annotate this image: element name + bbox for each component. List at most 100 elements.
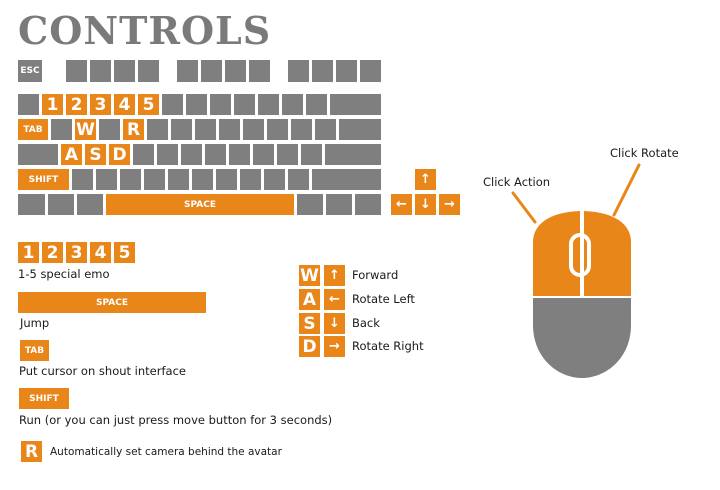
key-bracket-left bbox=[291, 119, 312, 140]
arrow-right-icon: → bbox=[324, 336, 345, 357]
key-p bbox=[267, 119, 288, 140]
key-right-shift bbox=[312, 169, 381, 190]
key-semicolon bbox=[277, 144, 298, 165]
arrow-up-icon: ↑ bbox=[324, 265, 345, 286]
key-8 bbox=[210, 94, 231, 115]
key-3: 3 bbox=[90, 94, 111, 115]
key-f4 bbox=[138, 60, 159, 82]
key-e bbox=[99, 119, 120, 140]
page-title: CONTROLS bbox=[18, 8, 272, 53]
move-key-d: D bbox=[299, 336, 320, 357]
key-m bbox=[216, 169, 237, 190]
move-key-w: W bbox=[299, 265, 320, 286]
key-h bbox=[181, 144, 202, 165]
key-equals bbox=[306, 94, 327, 115]
key-alt-gr bbox=[297, 194, 323, 215]
key-minus bbox=[282, 94, 303, 115]
key-f8 bbox=[249, 60, 270, 82]
key-f1 bbox=[66, 60, 87, 82]
key-y bbox=[171, 119, 192, 140]
key-space: SPACE bbox=[106, 194, 294, 215]
key-tilde bbox=[18, 94, 39, 115]
click-rotate-label: Click Rotate bbox=[610, 146, 679, 160]
key-f7 bbox=[225, 60, 246, 82]
emo-label: 1-5 special emo bbox=[18, 267, 110, 281]
key-bracket-right bbox=[315, 119, 336, 140]
key-7 bbox=[186, 94, 207, 115]
key-alt bbox=[77, 194, 103, 215]
key-ctrl bbox=[18, 194, 45, 215]
arrow-up-key: ↑ bbox=[415, 169, 436, 190]
key-quote bbox=[301, 144, 322, 165]
key-o bbox=[243, 119, 264, 140]
legend-key-4: 4 bbox=[90, 242, 111, 263]
key-q bbox=[51, 119, 72, 140]
move-key-s: S bbox=[299, 313, 320, 334]
legend-key-r: R bbox=[21, 441, 42, 462]
key-d: D bbox=[109, 144, 130, 165]
forward-label: Forward bbox=[352, 268, 399, 282]
key-2: 2 bbox=[66, 94, 87, 115]
legend-key-3: 3 bbox=[66, 242, 87, 263]
key-backspace bbox=[330, 94, 381, 115]
key-r: R bbox=[123, 119, 144, 140]
arrow-down-icon: ↓ bbox=[324, 313, 345, 334]
key-f6 bbox=[201, 60, 222, 82]
back-label: Back bbox=[352, 316, 380, 330]
rotate-left-label: Rotate Left bbox=[352, 292, 415, 306]
key-period bbox=[264, 169, 285, 190]
legend-key-1: 1 bbox=[18, 242, 39, 263]
key-t bbox=[147, 119, 168, 140]
key-1: 1 bbox=[42, 94, 63, 115]
key-tab: TAB bbox=[18, 119, 48, 140]
key-menu bbox=[326, 194, 352, 215]
key-esc: ESC bbox=[18, 60, 42, 82]
key-backslash bbox=[339, 119, 381, 140]
arrow-down-key: ↓ bbox=[415, 194, 436, 215]
key-f bbox=[133, 144, 154, 165]
key-i bbox=[219, 119, 240, 140]
key-comma bbox=[240, 169, 261, 190]
key-caps bbox=[18, 144, 58, 165]
legend-key-space: SPACE bbox=[18, 292, 206, 313]
move-key-a: A bbox=[299, 289, 320, 310]
key-4: 4 bbox=[114, 94, 135, 115]
key-k bbox=[229, 144, 250, 165]
arrow-right-key: → bbox=[439, 194, 460, 215]
arrow-left-icon: ← bbox=[324, 289, 345, 310]
key-f9 bbox=[288, 60, 309, 82]
legend-key-shift: SHIFT bbox=[19, 388, 69, 409]
key-f12 bbox=[360, 60, 381, 82]
jump-label: Jump bbox=[20, 316, 50, 330]
key-x bbox=[96, 169, 117, 190]
key-s: S bbox=[85, 144, 106, 165]
legend-key-2: 2 bbox=[42, 242, 63, 263]
key-f2 bbox=[90, 60, 111, 82]
key-enter bbox=[325, 144, 381, 165]
key-9 bbox=[234, 94, 255, 115]
r-label: Automatically set camera behind the avat… bbox=[50, 446, 282, 458]
key-f3 bbox=[114, 60, 135, 82]
key-slash bbox=[288, 169, 309, 190]
key-a: A bbox=[61, 144, 82, 165]
key-v bbox=[144, 169, 165, 190]
key-g bbox=[157, 144, 178, 165]
key-u bbox=[195, 119, 216, 140]
tab-label: Put cursor on shout interface bbox=[19, 364, 186, 378]
key-z bbox=[72, 169, 93, 190]
key-b bbox=[168, 169, 189, 190]
rotate-right-label: Rotate Right bbox=[352, 339, 424, 353]
key-5: 5 bbox=[138, 94, 159, 115]
legend-key-tab: TAB bbox=[20, 340, 49, 361]
key-win bbox=[48, 194, 74, 215]
key-shift: SHIFT bbox=[18, 169, 69, 190]
key-6 bbox=[162, 94, 183, 115]
key-f10 bbox=[312, 60, 333, 82]
key-f5 bbox=[177, 60, 198, 82]
arrow-left-key: ← bbox=[391, 194, 412, 215]
key-0 bbox=[258, 94, 279, 115]
key-w: W bbox=[75, 119, 96, 140]
legend-key-5: 5 bbox=[114, 242, 135, 263]
key-c bbox=[120, 169, 141, 190]
key-j bbox=[205, 144, 226, 165]
